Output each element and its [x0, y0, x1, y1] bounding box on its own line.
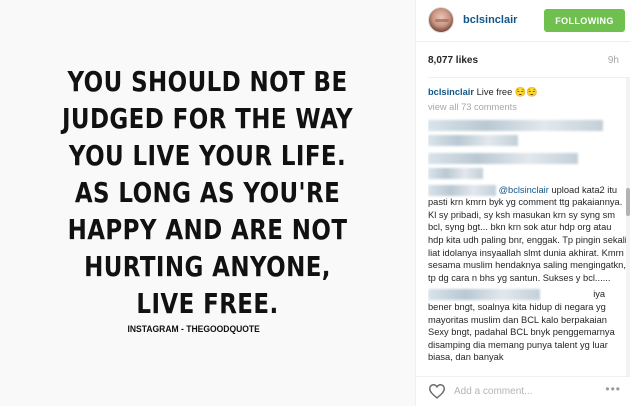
quote-line: LIVE FREE. [136, 286, 279, 320]
instagram-post: YOU SHOULD NOT BE JUDGED FOR THE WAY YOU… [0, 0, 630, 406]
comment-item: @bclsinclair upload kata2 itu pasti krn … [428, 184, 628, 285]
following-button[interactable]: FOLLOWING [544, 9, 625, 32]
quote-line: JUDGED FOR THE WAY [61, 101, 354, 135]
caption-text: Live free 😌😌 [476, 87, 538, 97]
username-link[interactable]: bclsinclair [463, 14, 517, 26]
comments-list[interactable]: bclsinclair Live free 😌😌 view all 73 com… [428, 86, 628, 376]
redacted-text [428, 120, 603, 132]
redacted-username [428, 184, 496, 196]
redacted-username [428, 289, 540, 301]
more-options-icon[interactable]: ••• [605, 382, 621, 396]
comment-text: upload kata2 itu pasti krn kmrn byk yg c… [428, 184, 627, 283]
post-footer: ••• [416, 376, 630, 406]
redacted-text [428, 168, 483, 180]
post-stats: 8,077 likes 9h [416, 42, 630, 76]
caption: bclsinclair Live free 😌😌 [428, 86, 628, 99]
redacted-text [428, 134, 518, 146]
redacted-text [428, 153, 578, 165]
redacted-comment [428, 119, 628, 132]
caption-username[interactable]: bclsinclair [428, 87, 474, 97]
divider [428, 77, 630, 78]
comments-scrollbar[interactable] [626, 78, 630, 376]
redacted-comment [428, 134, 628, 147]
post-age[interactable]: 9h [608, 55, 619, 66]
post-side-panel: bclsinclair FOLLOWING 8,077 likes 9h bcl… [415, 0, 630, 406]
quote-text: YOU SHOULD NOT BE JUDGED FOR THE WAY YOU… [62, 63, 353, 322]
post-header: bclsinclair FOLLOWING [416, 0, 630, 42]
add-comment-input[interactable] [454, 383, 604, 400]
heart-outline-icon[interactable] [428, 383, 446, 399]
comment-item: iya bener bngt, soalnya kita hidup di ne… [428, 288, 628, 364]
avatar[interactable] [428, 7, 454, 33]
quote-line: YOU LIVE YOUR LIFE. [68, 138, 347, 172]
quote-line: YOU SHOULD NOT BE [67, 64, 348, 98]
post-image[interactable]: YOU SHOULD NOT BE JUDGED FOR THE WAY YOU… [0, 0, 415, 406]
comment-mention[interactable]: @bclsinclair [499, 185, 549, 195]
quote-line: AS LONG AS YOU'RE [74, 175, 341, 209]
quote-credit: INSTAGRAM - THEGOODQUOTE [127, 323, 260, 334]
view-all-comments-link[interactable]: view all 73 comments [428, 101, 628, 114]
redacted-comment [428, 152, 628, 165]
redacted-comment [428, 167, 628, 180]
likes-count[interactable]: 8,077 likes [428, 55, 478, 66]
quote-line: HAPPY AND ARE NOT [67, 212, 348, 246]
scrollbar-thumb[interactable] [626, 188, 630, 216]
quote-line: HURTING ANYONE, [84, 249, 331, 283]
